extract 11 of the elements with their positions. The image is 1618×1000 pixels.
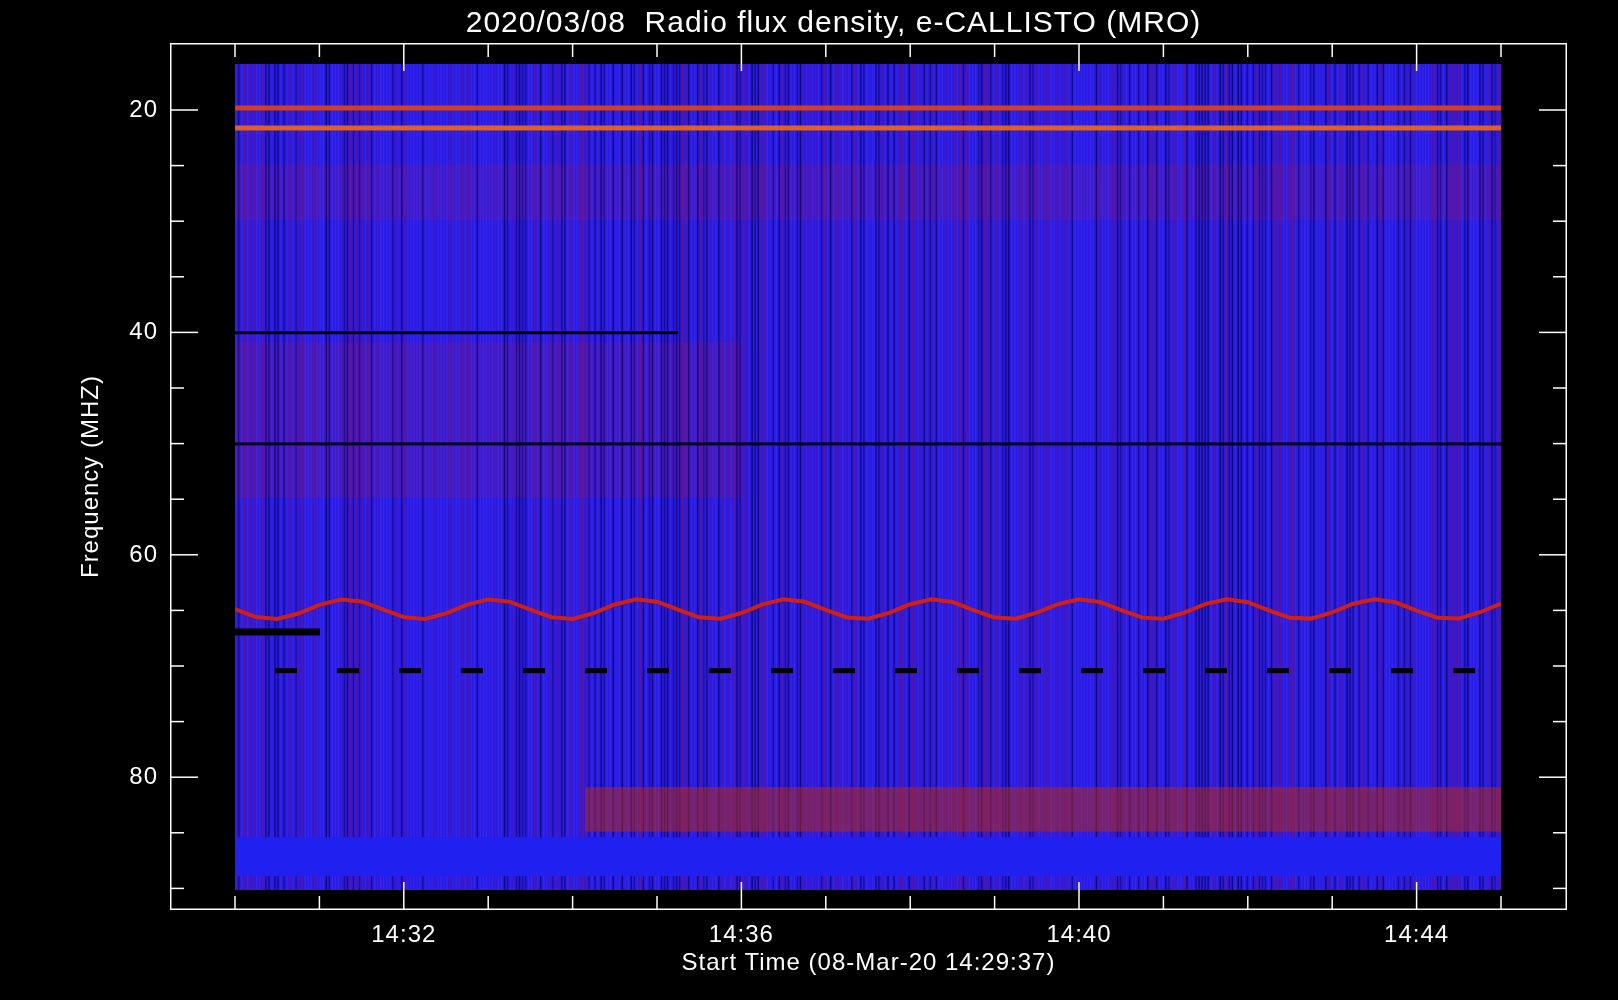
x-tick-label: 14:40 <box>1046 920 1112 948</box>
x-tick-label: 14:32 <box>371 920 437 948</box>
x-tick-label: 14:44 <box>1384 920 1450 948</box>
x-tick-label: 14:36 <box>708 920 774 948</box>
y-tick-label: 80 <box>129 762 158 791</box>
x-axis-label: Start Time (08-Mar-20 14:29:37) <box>681 948 1056 977</box>
y-tick-label: 20 <box>129 95 158 123</box>
y-tick-label: 40 <box>129 317 158 346</box>
chart-title: 2020/03/08 Radio flux density, e-CALLISTO (MRO) <box>464 3 1203 40</box>
y-axis-label: Frequency (MHZ) <box>76 375 104 578</box>
y-tick-label: 60 <box>129 539 158 568</box>
